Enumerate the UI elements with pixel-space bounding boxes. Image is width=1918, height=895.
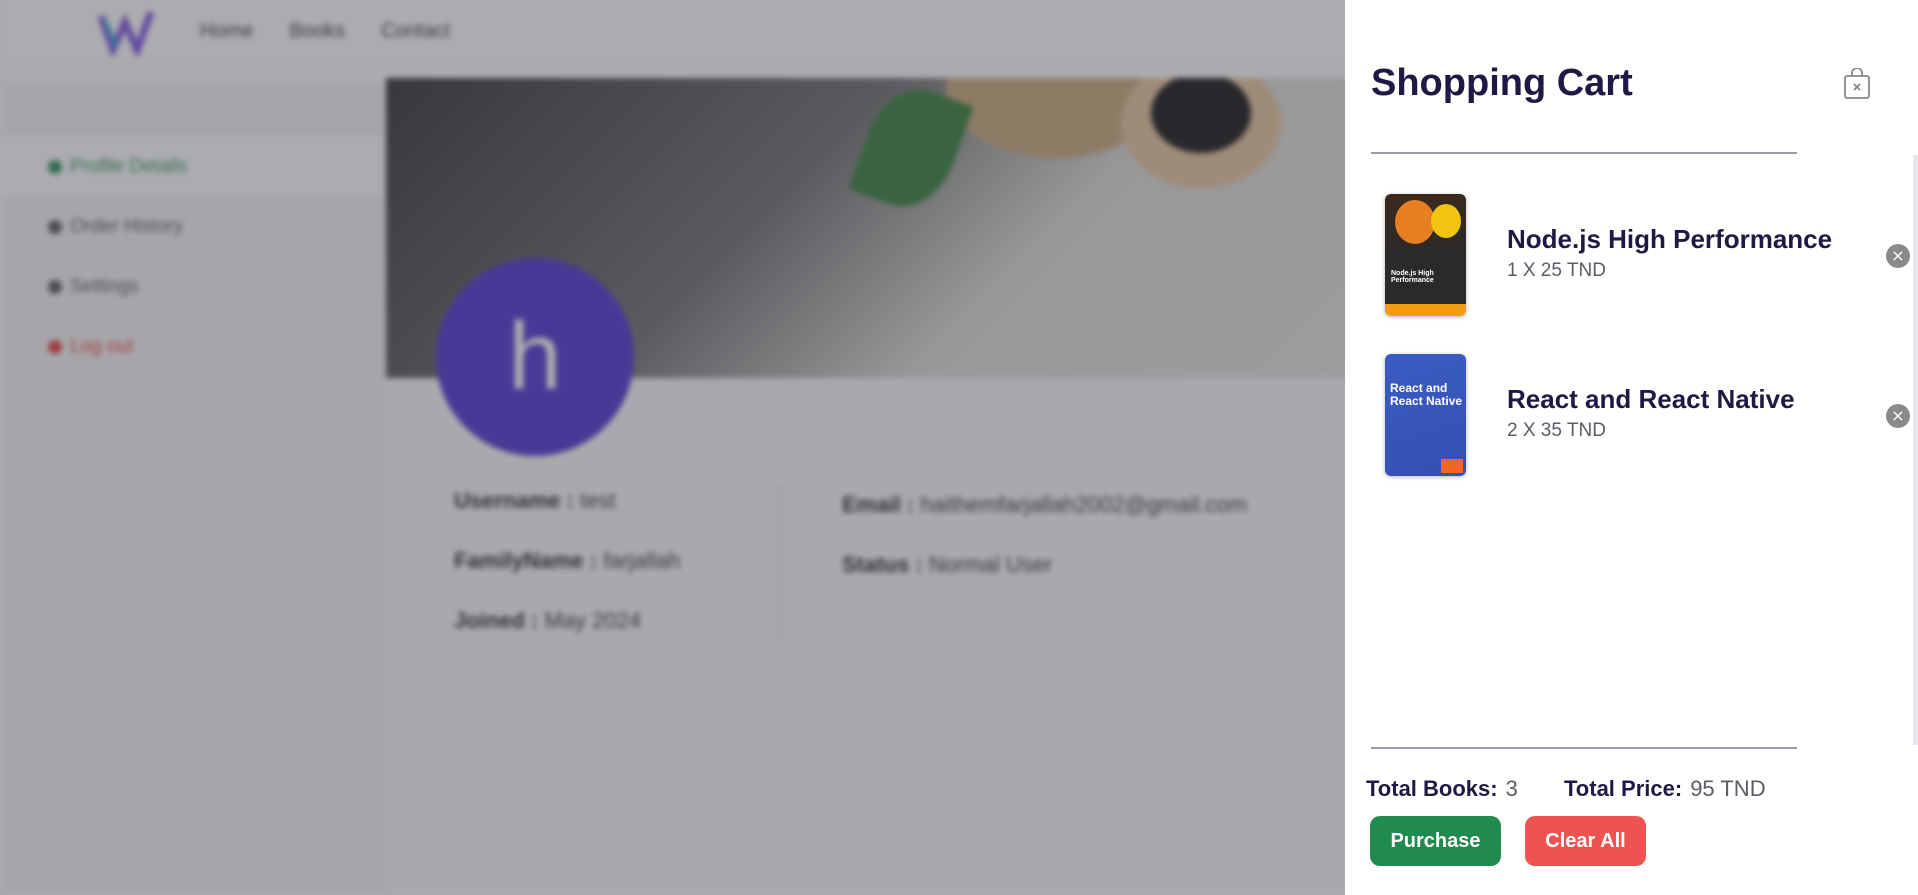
flower2 — [1431, 204, 1461, 238]
cart-title: Shopping Cart — [1371, 62, 1633, 104]
total-price: Total Price: 95 TND — [1564, 776, 1766, 802]
total-books-label: Total Books: — [1366, 776, 1498, 801]
close-icon: × — [1891, 406, 1905, 425]
book-cover: Node.js High Performance — [1385, 194, 1466, 316]
remove-item-button[interactable]: × — [1886, 244, 1910, 268]
total-price-value: 95 TND — [1690, 776, 1766, 801]
cart-item-title: Node.js High Performance — [1507, 224, 1833, 254]
cover-title: Node.js High Performance — [1391, 270, 1434, 284]
cart-item-title: React and React Native — [1507, 384, 1795, 414]
total-books: Total Books: 3 — [1366, 776, 1518, 802]
total-price-label: Total Price: — [1564, 776, 1683, 801]
cart-item: Node.js High Performance Node.js High Pe… — [1385, 194, 1910, 316]
cart-item: React and React Native React and React N… — [1385, 354, 1910, 476]
cart-bottom-divider — [1371, 747, 1797, 749]
total-books-value: 3 — [1505, 776, 1518, 801]
clear-all-button[interactable]: Clear All — [1525, 816, 1646, 866]
flower — [1395, 200, 1435, 244]
cart-item-quantity: 1 X 25 TND — [1507, 260, 1606, 281]
cart-top-divider — [1371, 152, 1797, 154]
cart-scrollbar[interactable] — [1913, 155, 1918, 745]
purchase-button[interactable]: Purchase — [1370, 816, 1501, 866]
pack — [1441, 459, 1463, 473]
close-cart-icon[interactable] — [1843, 68, 1871, 100]
cover-title: React and React Native — [1390, 381, 1463, 408]
remove-item-button[interactable]: × — [1886, 404, 1910, 428]
book-cover: React and React Native — [1385, 354, 1466, 476]
close-icon: × — [1891, 246, 1905, 265]
shopping-cart-panel: Shopping Cart Node.js High Performance N… — [1345, 0, 1918, 895]
cart-item-quantity: 2 X 35 TND — [1507, 420, 1606, 441]
